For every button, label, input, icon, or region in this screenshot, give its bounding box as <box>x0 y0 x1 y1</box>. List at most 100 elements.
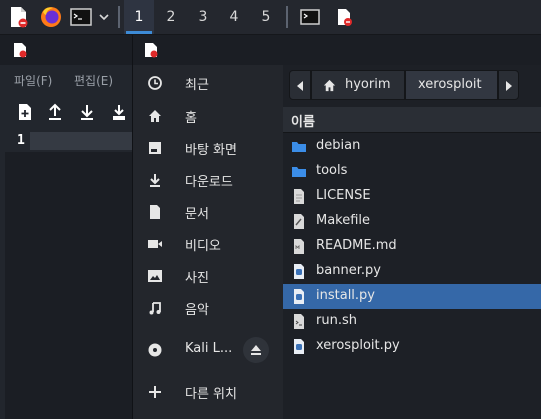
music-icon <box>149 302 161 315</box>
file-name: banner.py <box>316 263 381 278</box>
text-editor-launcher-icon[interactable] <box>7 6 29 28</box>
place-label: 문서 <box>185 207 209 222</box>
taskbar: 1 2 3 4 5 <box>0 0 541 35</box>
place-other-locations[interactable]: 다른 위치 <box>133 376 283 408</box>
place-home[interactable]: 홈 <box>133 100 283 132</box>
places-sidebar: 최근 홈 바탕 화면 다운로드 문서 비디오 사진 음악 Kali L... 다… <box>133 65 283 419</box>
file-name: debian <box>316 138 361 153</box>
python-file-icon <box>294 289 304 304</box>
menu-file[interactable]: 파일(F) <box>14 72 52 89</box>
python-file-icon <box>294 264 304 279</box>
workspace-2-button[interactable]: 2 <box>156 0 186 34</box>
dialog-titlebar <box>133 35 541 65</box>
folder-icon <box>292 142 306 152</box>
upload-icon[interactable] <box>46 102 64 122</box>
file-list: 이름 debian tools LICENSE Makefile README.… <box>283 107 541 419</box>
file-row[interactable]: tools <box>283 159 541 184</box>
path-current-button[interactable]: xerosploit <box>405 70 498 100</box>
file-row[interactable]: banner.py <box>283 259 541 284</box>
file-row[interactable]: LICENSE <box>283 184 541 209</box>
editor-app-icon <box>14 43 27 58</box>
column-header-name[interactable]: 이름 <box>283 107 541 133</box>
place-label: 바탕 화면 <box>185 143 237 158</box>
file-name: README.md <box>316 238 397 253</box>
path-scroll-right-button[interactable] <box>498 70 519 100</box>
file-row[interactable]: Makefile <box>283 209 541 234</box>
workspace-3-button[interactable]: 3 <box>188 0 218 34</box>
place-label: 음악 <box>185 303 209 318</box>
file-row[interactable]: README.md <box>283 234 541 259</box>
place-videos[interactable]: 비디오 <box>133 228 283 260</box>
current-line-highlight[interactable] <box>30 132 132 150</box>
editor-titlebar <box>0 35 132 65</box>
text-editor-window: 파일(F) 편집(E) 1 <box>0 35 132 419</box>
shell-script-icon <box>294 314 304 329</box>
chevron-right-icon <box>506 81 512 91</box>
plus-icon <box>149 386 161 398</box>
place-label: 비디오 <box>185 239 221 254</box>
clock-icon <box>148 76 162 90</box>
file-row[interactable]: xerosploit.py <box>283 334 541 359</box>
workspace-4-button[interactable]: 4 <box>219 0 249 34</box>
place-label: 다운로드 <box>185 175 233 190</box>
home-icon <box>323 79 336 92</box>
makefile-icon <box>294 214 304 229</box>
download-icon[interactable] <box>78 102 96 122</box>
download-icon <box>150 174 160 187</box>
place-label: 최근 <box>185 78 209 93</box>
place-recent[interactable]: 최근 <box>133 67 283 99</box>
editor-text-area[interactable] <box>5 152 132 419</box>
picture-icon <box>148 270 162 282</box>
dialog-app-icon <box>145 43 158 58</box>
new-file-icon[interactable] <box>16 102 34 122</box>
chevron-down-icon[interactable] <box>99 13 109 21</box>
file-name: install.py <box>316 288 375 303</box>
place-desktop[interactable]: 바탕 화면 <box>133 132 283 164</box>
home-icon <box>149 110 161 122</box>
place-label: 다른 위치 <box>185 387 237 402</box>
terminal-window-task-icon[interactable] <box>299 6 321 28</box>
file-name: tools <box>316 163 348 178</box>
path-scroll-left-button[interactable] <box>289 70 311 100</box>
chevron-left-icon <box>297 81 303 91</box>
eject-button[interactable] <box>243 337 269 363</box>
desktop-icon <box>149 142 161 154</box>
file-row[interactable]: debian <box>283 134 541 159</box>
text-file-icon <box>294 189 304 204</box>
place-label: Kali L... <box>185 341 233 356</box>
path-home-label: hyorim <box>345 77 391 92</box>
place-documents[interactable]: 문서 <box>133 196 283 228</box>
terminal-launcher-icon[interactable] <box>70 6 96 28</box>
markdown-file-icon <box>294 239 304 254</box>
place-label: 사진 <box>185 271 209 286</box>
folder-icon <box>292 167 306 177</box>
file-row-selected[interactable]: install.py <box>283 284 541 309</box>
place-pictures[interactable]: 사진 <box>133 260 283 292</box>
menu-edit[interactable]: 편집(E) <box>74 72 113 89</box>
taskbar-separator <box>118 6 120 28</box>
place-downloads[interactable]: 다운로드 <box>133 164 283 196</box>
taskbar-separator <box>286 6 288 28</box>
place-kali-volume[interactable]: Kali L... <box>133 334 283 366</box>
document-icon <box>150 205 160 219</box>
save-as-icon[interactable] <box>110 102 128 122</box>
path-bar: hyorim xerosploit <box>289 70 519 100</box>
firefox-launcher-icon[interactable] <box>40 6 62 28</box>
disc-icon <box>148 343 162 357</box>
file-row[interactable]: run.sh <box>283 309 541 334</box>
place-label: 홈 <box>185 111 197 126</box>
video-icon <box>148 240 162 248</box>
workspace-1-button[interactable]: 1 <box>124 0 154 34</box>
editor-menubar: 파일(F) 편집(E) <box>0 65 132 95</box>
file-name: xerosploit.py <box>316 338 400 353</box>
path-home-button[interactable]: hyorim <box>311 70 405 100</box>
place-music[interactable]: 음악 <box>133 292 283 324</box>
file-name: LICENSE <box>316 188 371 203</box>
line-number: 1 <box>17 133 25 148</box>
text-editor-window-task-icon[interactable] <box>333 6 355 28</box>
file-name: Makefile <box>316 213 371 228</box>
column-header-label: 이름 <box>291 115 315 130</box>
line-number-gutter: 1 <box>5 132 29 152</box>
file-chooser-dialog: 최근 홈 바탕 화면 다운로드 문서 비디오 사진 음악 Kali L... 다… <box>132 35 541 419</box>
workspace-5-button[interactable]: 5 <box>251 0 281 34</box>
